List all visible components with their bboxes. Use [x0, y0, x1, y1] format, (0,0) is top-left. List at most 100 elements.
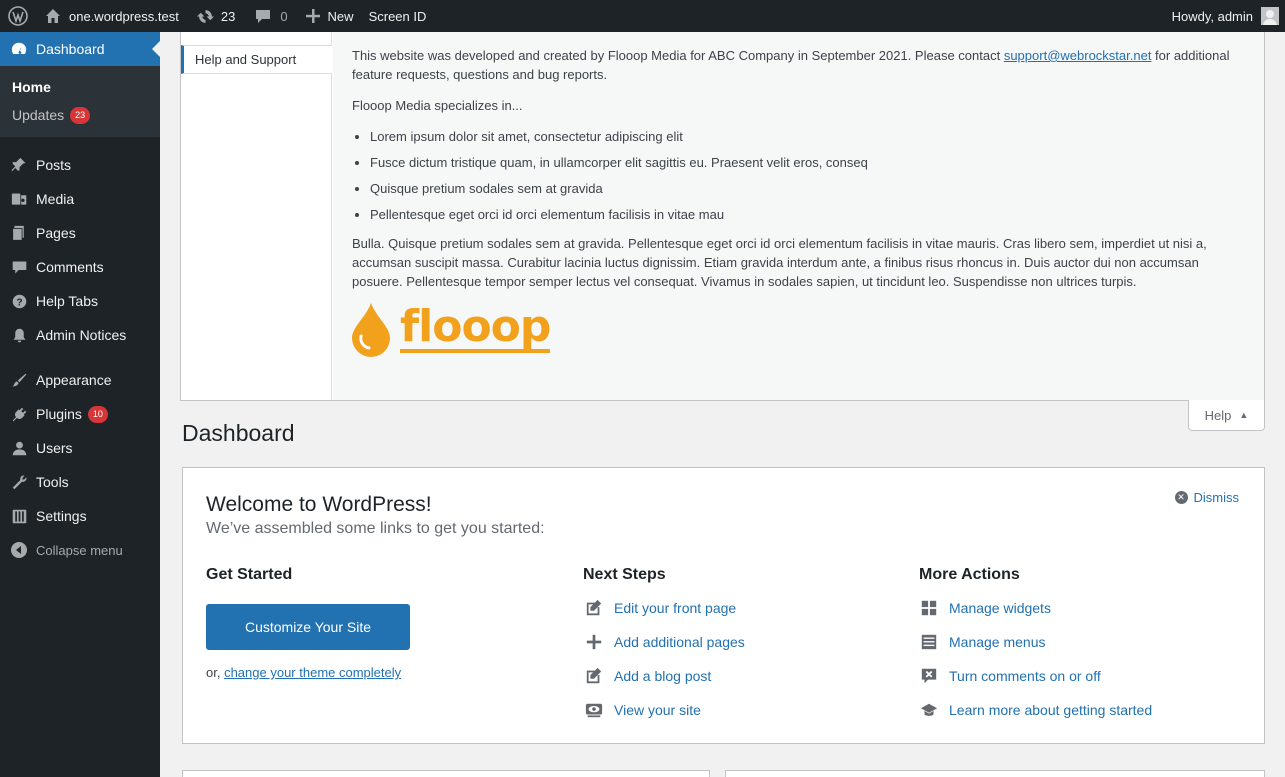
- menu-item-label: Tools: [36, 474, 69, 490]
- dashboard-widget: [182, 770, 710, 777]
- list-item: Quisque pretium sodales sem at gravida: [370, 179, 1244, 198]
- brush-icon: [10, 371, 28, 389]
- help-intro: This website was developed and created b…: [352, 46, 1244, 84]
- menu-media[interactable]: Media: [0, 182, 160, 216]
- menu-dashboard-label: Dashboard: [36, 41, 105, 57]
- screen-id-link[interactable]: Screen ID: [362, 0, 434, 32]
- menu-item-label: Comments: [36, 259, 104, 275]
- submenu-home-label: Home: [12, 79, 51, 95]
- dashboard-submenu: Home Updates 23: [0, 66, 160, 137]
- action-link-label: Add additional pages: [614, 634, 745, 650]
- pin-icon: [10, 156, 28, 174]
- plus-icon: [584, 632, 604, 652]
- user-icon: [10, 439, 28, 457]
- flooop-logo: flooop: [352, 303, 1244, 357]
- comments-link[interactable]: 0: [248, 0, 294, 32]
- comments-icon: [10, 258, 28, 276]
- action-link-label: Manage menus: [949, 634, 1046, 650]
- plugin-icon: [10, 405, 28, 423]
- menu-comments[interactable]: Comments: [0, 250, 160, 284]
- edit-icon: [584, 666, 604, 686]
- menu-item-label: Media: [36, 191, 75, 207]
- menu-admin-notices[interactable]: Admin Notices: [0, 318, 160, 352]
- menu-item-label: Plugins: [36, 406, 82, 422]
- avatar: [1261, 7, 1279, 25]
- menu-separator: [0, 137, 160, 148]
- site-name-link[interactable]: one.wordpress.test: [38, 0, 186, 32]
- menu-tools[interactable]: Tools: [0, 465, 160, 499]
- collapse-menu-button[interactable]: Collapse menu: [0, 533, 160, 567]
- menu-pages[interactable]: Pages: [0, 216, 160, 250]
- menu-badge: 10: [87, 405, 108, 423]
- view-your-site-link[interactable]: View your site: [584, 700, 701, 720]
- tab-help-and-support[interactable]: Help and Support: [181, 45, 332, 74]
- comments-off-icon: [919, 666, 939, 686]
- menu-appearance[interactable]: Appearance: [0, 363, 160, 397]
- menu-item-label: Appearance: [36, 372, 112, 388]
- menu-dashboard[interactable]: Dashboard: [0, 32, 160, 66]
- collapse-icon: [10, 541, 28, 559]
- more-actions-heading: More Actions: [919, 566, 1020, 583]
- dashboard-icon: [10, 40, 28, 58]
- contextual-help-panel: Help and Support This website was develo…: [180, 32, 1265, 401]
- site-name: one.wordpress.test: [69, 8, 179, 24]
- my-account-link[interactable]: Howdy, admin: [1165, 0, 1285, 32]
- menu-help-tabs[interactable]: ? Help Tabs: [0, 284, 160, 318]
- action-link-label: Turn comments on or off: [949, 668, 1101, 684]
- manage-menus-link[interactable]: Manage menus: [919, 632, 1046, 652]
- support-email-link[interactable]: support@webrockstar.net: [1004, 48, 1152, 63]
- edit-icon: [584, 598, 604, 618]
- page-title: Dashboard: [182, 420, 295, 446]
- wordpress-logo-icon[interactable]: [0, 0, 38, 32]
- learn-more-about-getting-started-link[interactable]: Learn more about getting started: [919, 700, 1152, 720]
- help-bullet-list: Lorem ipsum dolor sit amet, consectetur …: [370, 127, 1244, 224]
- dismiss-button[interactable]: ✕ Dismiss: [1174, 490, 1240, 505]
- settings-icon: [10, 507, 28, 525]
- add-a-blog-post-link[interactable]: Add a blog post: [584, 666, 711, 686]
- menu-plugins[interactable]: Plugins 10: [0, 397, 160, 431]
- howdy-label: Howdy, admin: [1171, 8, 1253, 24]
- comment-icon: [256, 10, 271, 23]
- media-icon: [10, 190, 28, 208]
- help-toggle-label: Help: [1204, 407, 1232, 423]
- close-icon: ✕: [1174, 491, 1188, 504]
- admin-menu: Dashboard Home Updates 23 Posts Media Pages…: [0, 32, 160, 777]
- submenu-home[interactable]: Home: [0, 73, 160, 101]
- dashboard-widget: [725, 770, 1265, 777]
- menu-settings[interactable]: Settings: [0, 499, 160, 533]
- menu-separator: [0, 352, 160, 363]
- edit-your-front-page-link[interactable]: Edit your front page: [584, 598, 736, 618]
- get-started-heading: Get Started: [206, 566, 293, 583]
- caret-up-icon: ▲: [1239, 410, 1249, 420]
- list-item: Lorem ipsum dolor sit amet, consectetur …: [370, 127, 1244, 146]
- new-content-link[interactable]: New: [299, 0, 361, 32]
- updates-link[interactable]: 23: [190, 0, 242, 32]
- menu-item-label: Users: [36, 440, 73, 456]
- add-additional-pages-link[interactable]: Add additional pages: [584, 632, 745, 652]
- welcome-title: Welcome to WordPress!: [206, 493, 432, 516]
- customize-site-button[interactable]: Customize Your Site: [206, 604, 410, 650]
- comments-count: 0: [280, 8, 288, 24]
- help-intro-text: This website was developed and created b…: [352, 48, 1004, 63]
- dismiss-label: Dismiss: [1193, 490, 1240, 505]
- change-theme-link[interactable]: change your theme completely: [224, 665, 401, 680]
- submenu-updates[interactable]: Updates 23: [0, 101, 160, 129]
- learn-icon: [919, 700, 939, 720]
- updates-count: 23: [220, 8, 236, 24]
- home-icon: [46, 9, 60, 23]
- menu-item-label: Help Tabs: [36, 293, 99, 309]
- help-body: Bulla. Quisque pretium sodales sem at gr…: [352, 236, 1207, 289]
- help-toggle-button[interactable]: Help ▲: [1188, 400, 1265, 431]
- menus-icon: [919, 632, 939, 652]
- menu-item-label: Settings: [36, 508, 87, 524]
- manage-widgets-link[interactable]: Manage widgets: [919, 598, 1051, 618]
- list-item: Fusce dictum tristique quam, in ullamcor…: [370, 153, 1244, 172]
- submenu-updates-label: Updates: [12, 107, 65, 123]
- help-tabs: Help and Support: [181, 32, 332, 400]
- bell-icon: [10, 326, 28, 344]
- change-theme-line: or, change your theme completely: [206, 665, 401, 680]
- action-link-label: Learn more about getting started: [949, 702, 1153, 718]
- menu-posts[interactable]: Posts: [0, 148, 160, 182]
- menu-users[interactable]: Users: [0, 431, 160, 465]
- turn-comments-on-or-off-link[interactable]: Turn comments on or off: [919, 666, 1101, 686]
